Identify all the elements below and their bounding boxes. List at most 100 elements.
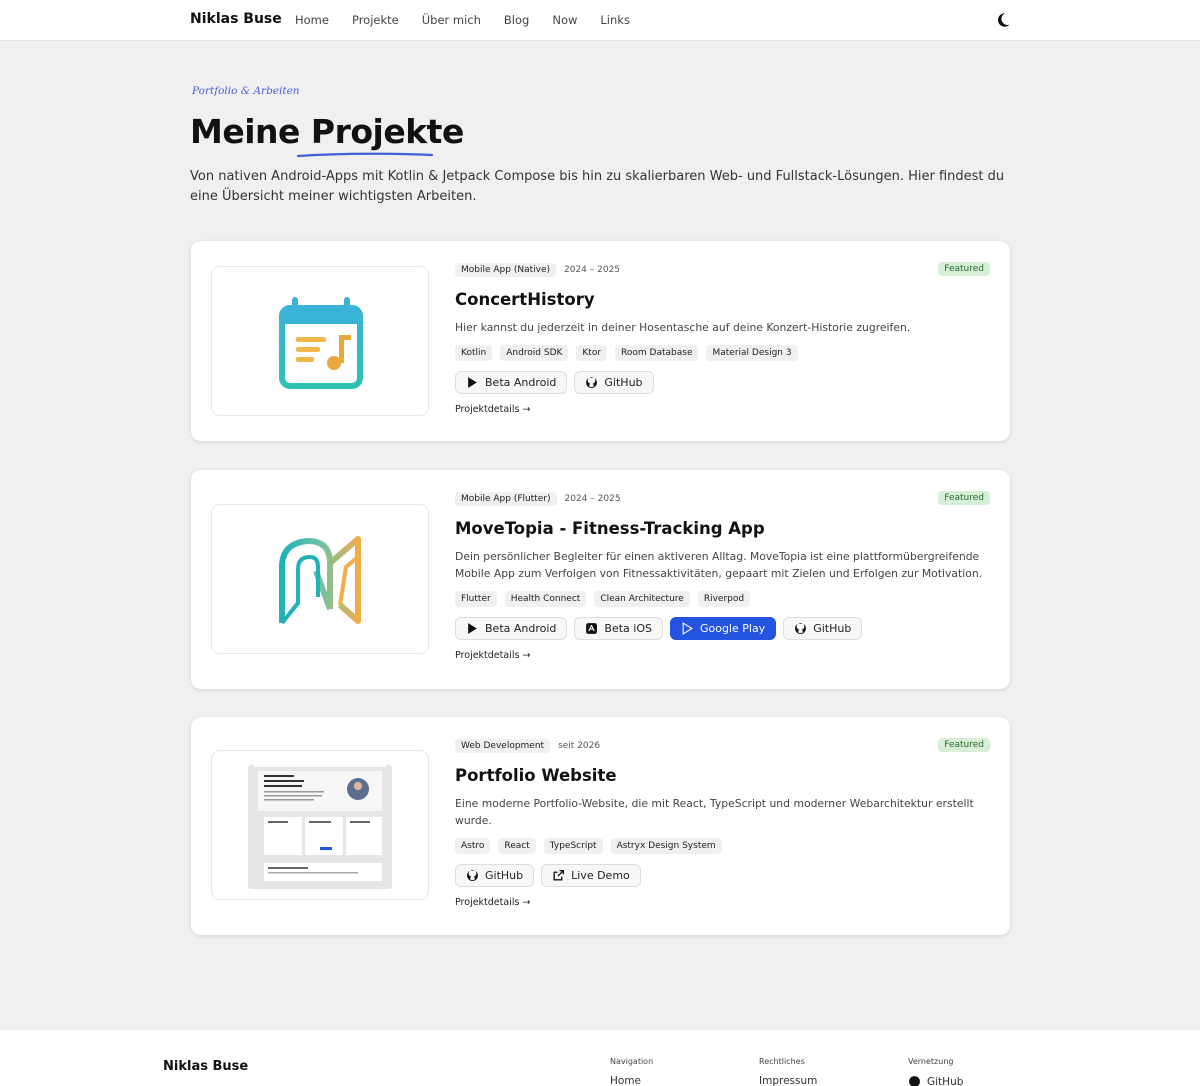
beta-android-button[interactable]: Beta Android [455, 371, 568, 394]
project-card: Web Development seit 2026 Featured Portf… [191, 717, 1010, 935]
beta-ios-button[interactable]: Beta iOS [574, 617, 663, 640]
tag: Kotlin [455, 345, 493, 361]
footer-link-label: GitHub [927, 1075, 964, 1086]
tag-list: Astro React TypeScript Astryx Design Sys… [455, 838, 990, 854]
moon-icon[interactable] [994, 11, 1012, 29]
beta-android-button[interactable]: Beta Android [455, 617, 568, 640]
calendar-music-icon [279, 297, 363, 389]
tag: Flutter [455, 591, 497, 607]
link-list: Beta Android GitHub [455, 371, 990, 394]
github-button[interactable]: GitHub [574, 371, 654, 394]
external-link-icon [553, 869, 565, 881]
play-store-icon [468, 377, 477, 388]
tag: TypeScript [543, 838, 603, 854]
github-icon [795, 623, 807, 634]
page-eyebrow: Portfolio & Arbeiten [192, 85, 300, 97]
project-description: Hier kannst du jederzeit in deiner Hosen… [455, 321, 911, 334]
github-icon [909, 1076, 920, 1086]
project-title[interactable]: MoveTopia - Fitness-Tracking App [455, 519, 990, 538]
page-lead: Von nativen Android-Apps mit Kotlin & Je… [190, 169, 1005, 204]
project-card: Mobile App (Flutter) 2024 – 2025 Feature… [191, 470, 1010, 689]
project-years: 2024 – 2025 [564, 265, 621, 275]
brand-logo[interactable]: Niklas Buse [190, 11, 282, 27]
footer-link-impressum[interactable]: Impressum [759, 1075, 817, 1086]
footer-column-vernetzung: Vernetzung GitHub [908, 1057, 963, 1086]
tag: Riverpod [697, 591, 751, 607]
footer-heading: Navigation [610, 1057, 654, 1066]
footer-heading: Vernetzung [908, 1057, 954, 1066]
project-description: Eine moderne Portfolio-Website, die mit … [455, 797, 974, 827]
movetopia-logo-icon [279, 536, 361, 625]
footer-heading: Rechtliches [759, 1057, 805, 1066]
footer-column-navigation: Navigation Home [610, 1057, 653, 1086]
nav-links[interactable]: Links [600, 13, 630, 27]
project-content: Web Development seit 2026 Featured Portf… [455, 738, 990, 908]
tag: Health Connect [504, 591, 587, 607]
footer-brand: Niklas Buse [163, 1059, 249, 1074]
github-icon [586, 377, 598, 388]
category-badge: Mobile App (Native) [455, 263, 556, 277]
nav-blog[interactable]: Blog [504, 13, 529, 27]
link-label: Live Demo [571, 869, 630, 882]
nav-now[interactable]: Now [552, 13, 577, 27]
play-store-icon [682, 622, 693, 635]
github-icon [467, 870, 478, 881]
link-label: GitHub [604, 376, 643, 389]
footer-link-github[interactable]: GitHub [908, 1075, 963, 1086]
nav-projekte[interactable]: Projekte [352, 13, 399, 27]
project-details-link[interactable]: Projektdetails → [455, 404, 990, 415]
website-screenshot-image [248, 763, 392, 889]
featured-badge: Featured [938, 491, 990, 505]
footer-column-rechtliches: Rechtliches Impressum [759, 1057, 817, 1086]
tag: React [498, 838, 536, 854]
link-label: Beta Android [485, 376, 557, 389]
tag: Ktor [576, 345, 608, 361]
play-store-icon [468, 623, 477, 634]
github-button[interactable]: GitHub [783, 617, 863, 640]
title-underline-decoration [296, 152, 434, 158]
link-label: Beta Android [485, 622, 557, 635]
footer: Niklas Buse Navigation Home Rechtliches … [0, 1030, 1200, 1086]
nav-ueber-mich[interactable]: Über mich [422, 13, 481, 27]
footer-link-home[interactable]: Home [610, 1075, 653, 1086]
main-nav: Home Projekte Über mich Blog Now Links [295, 13, 653, 27]
link-label: Beta iOS [604, 622, 652, 635]
link-list: GitHub Live Demo [455, 864, 990, 887]
project-title[interactable]: Portfolio Website [455, 766, 990, 785]
nav-home[interactable]: Home [295, 13, 329, 27]
link-list: Beta Android Beta iOS Google Play GitHub [455, 617, 990, 640]
featured-badge: Featured [938, 262, 990, 276]
tag: Android SDK [500, 345, 569, 361]
project-title[interactable]: ConcertHistory [455, 290, 990, 309]
category-badge: Mobile App (Flutter) [455, 492, 557, 506]
tag-list: Flutter Health Connect Clean Architectur… [455, 591, 990, 607]
tag: Clean Architecture [594, 591, 690, 607]
project-content: Mobile App (Flutter) 2024 – 2025 Feature… [455, 491, 990, 661]
google-play-button[interactable]: Google Play [669, 617, 777, 640]
link-label: Google Play [699, 622, 766, 635]
tag-list: Kotlin Android SDK Ktor Room Database Ma… [455, 345, 990, 361]
github-button[interactable]: GitHub [455, 864, 535, 887]
page-title: Meine Projekte [190, 112, 464, 151]
project-content: Mobile App (Native) 2024 – 2025 Featured… [455, 262, 990, 415]
tag: Astro [455, 838, 491, 854]
app-store-icon [586, 623, 598, 634]
link-label: GitHub [485, 869, 524, 882]
project-years: seit 2026 [558, 741, 601, 751]
category-badge: Web Development [455, 739, 551, 753]
tag: Astryx Design System [610, 838, 722, 854]
link-label: GitHub [813, 622, 852, 635]
project-details-link[interactable]: Projektdetails → [455, 650, 990, 661]
project-thumbnail[interactable] [211, 266, 429, 416]
project-card: Mobile App (Native) 2024 – 2025 Featured… [191, 241, 1010, 441]
project-details-link[interactable]: Projektdetails → [455, 897, 990, 908]
live-demo-button[interactable]: Live Demo [541, 864, 641, 887]
featured-badge: Featured [938, 738, 990, 752]
project-description: Dein persönlicher Begleiter für einen ak… [455, 550, 983, 580]
project-thumbnail[interactable] [211, 750, 429, 900]
tag: Room Database [615, 345, 699, 361]
tag: Material Design 3 [706, 345, 798, 361]
project-thumbnail[interactable] [211, 504, 429, 654]
top-navbar: Niklas Buse Home Projekte Über mich Blog… [0, 0, 1200, 41]
project-years: 2024 – 2025 [564, 494, 621, 504]
